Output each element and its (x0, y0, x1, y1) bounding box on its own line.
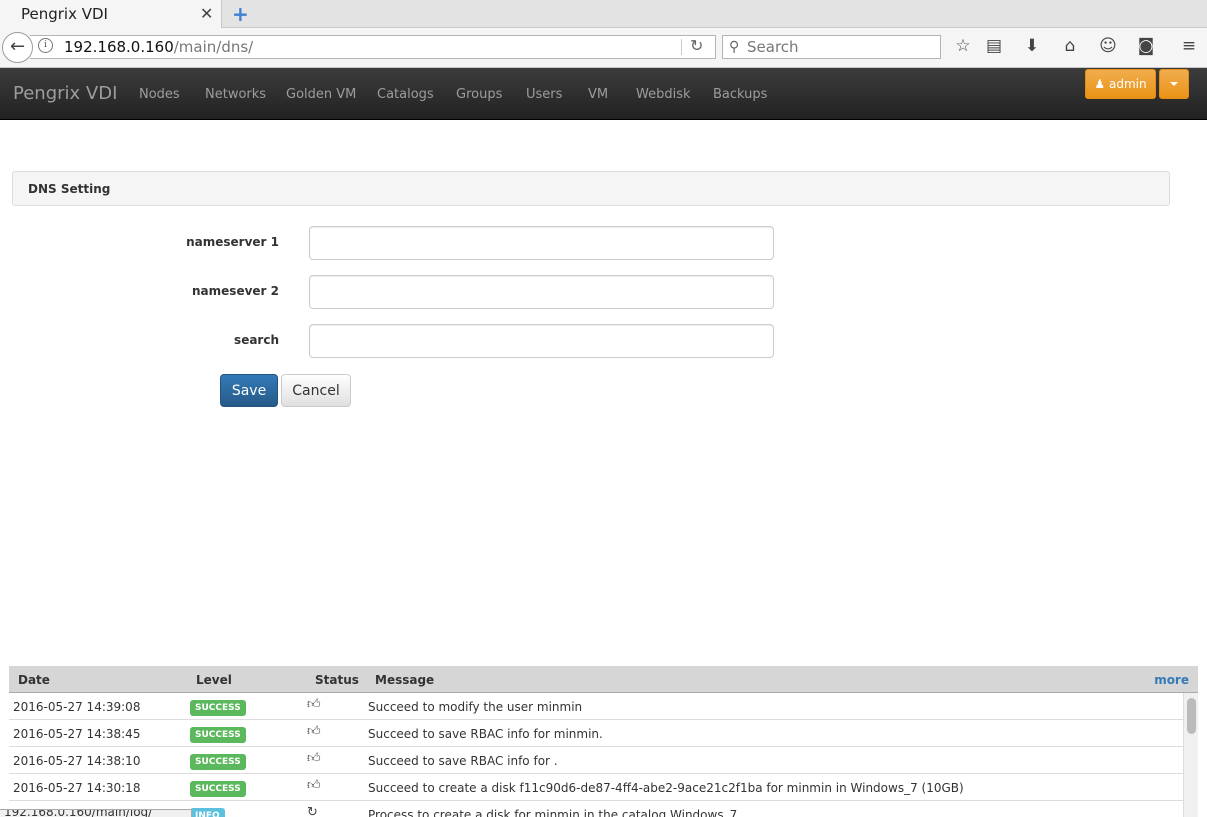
tab-title: Pengrix VDI (21, 5, 108, 23)
search-bar[interactable]: ⚲ (722, 35, 941, 59)
url-path: /main/dns/ (173, 38, 254, 56)
back-button[interactable]: ← (2, 32, 33, 63)
brand-link[interactable]: Pengrix VDI (13, 83, 117, 104)
level-badge: SUCCESS (190, 700, 246, 716)
column-date: Date (18, 673, 50, 687)
log-message: Succeed to create a disk f11c90d6-de87-4… (368, 781, 964, 795)
nameserver2-label: namesever 2 (192, 284, 279, 298)
dns-panel-heading: DNS Setting (12, 171, 1170, 206)
search-domain-label: search (234, 333, 279, 347)
table-row: 2016-05-27 14:38:45 SUCCESS 👍︎ Succeed t… (9, 720, 1183, 747)
log-date: 2016-05-27 14:38:45 (13, 727, 141, 741)
column-message: Message (375, 673, 435, 687)
back-arrow-icon: ← (9, 36, 26, 57)
cancel-button[interactable]: Cancel (281, 374, 351, 407)
level-badge: SUCCESS (190, 781, 246, 797)
url-bar[interactable]: i 192.168.0.160/main/dns/ ↻ (30, 35, 716, 59)
search-input[interactable] (747, 37, 937, 57)
table-row: 2016-05-27 14:38:10 SUCCESS 👍︎ Succeed t… (9, 747, 1183, 774)
url-divider (681, 39, 682, 55)
log-table-header: Date Level Status Message more (9, 666, 1198, 693)
nav-vm[interactable]: VM (588, 87, 608, 102)
thumbs-up-icon: 👍︎ (307, 724, 321, 739)
log-table-body: 2016-05-27 14:39:08 SUCCESS 👍︎ Succeed t… (9, 693, 1183, 817)
nav-catalogs[interactable]: Catalogs (377, 87, 434, 102)
thumbs-up-icon: 👍︎ (307, 751, 321, 766)
reading-list-icon[interactable]: ▤ (983, 36, 1005, 56)
status-url: 192.168.0.160/main/log/ (4, 809, 153, 817)
menu-icon[interactable]: ≡ (1178, 36, 1200, 56)
reload-icon[interactable]: ↻ (690, 36, 703, 55)
pocket-icon[interactable]: ◙ (1135, 36, 1157, 56)
column-status: Status (315, 673, 359, 687)
nameserver1-input[interactable] (309, 226, 774, 260)
link-status-overlay: 192.168.0.160/main/log/ (0, 809, 192, 817)
admin-button[interactable]: ♟ admin (1085, 69, 1156, 99)
level-badge: INFO (190, 808, 225, 817)
nav-webdisk[interactable]: Webdisk (636, 87, 691, 102)
browser-tab-bar: Pengrix VDI ✕ + (0, 0, 1207, 28)
hello-chat-icon[interactable]: ☺ (1097, 36, 1119, 56)
log-date: 2016-05-27 14:30:18 (13, 781, 141, 795)
nameserver2-input[interactable] (309, 275, 774, 309)
refresh-icon: ↻ (307, 805, 318, 817)
download-icon[interactable]: ⬇ (1021, 36, 1043, 56)
admin-label: admin (1108, 77, 1147, 91)
close-tab-icon[interactable]: ✕ (200, 4, 213, 23)
nav-golden-vm[interactable]: Golden VM (286, 87, 356, 102)
table-row: 2016-05-27 14:30:18 SUCCESS 👍︎ Succeed t… (9, 774, 1183, 801)
save-button[interactable]: Save (220, 374, 278, 407)
log-message: Process to create a disk for minmin in t… (368, 808, 738, 817)
log-date: 2016-05-27 14:39:08 (13, 700, 141, 714)
thumbs-up-icon: 👍︎ (307, 778, 321, 793)
search-icon: ⚲ (729, 39, 740, 55)
home-icon[interactable]: ⌂ (1059, 36, 1081, 56)
log-message: Succeed to save RBAC info for . (368, 754, 558, 768)
nameserver1-label: nameserver 1 (186, 235, 279, 249)
url-text[interactable]: 192.168.0.160/main/dns/ (64, 38, 253, 56)
column-level: Level (196, 673, 232, 687)
new-tab-icon[interactable]: + (232, 2, 249, 26)
table-row: 2016-05-27 14:39:08 SUCCESS 👍︎ Succeed t… (9, 693, 1183, 720)
log-message: Succeed to save RBAC info for minmin. (368, 727, 603, 741)
url-host: 192.168.0.160 (64, 38, 174, 56)
admin-dropdown-caret[interactable] (1159, 69, 1189, 99)
info-icon[interactable]: i (38, 38, 53, 53)
log-message: Succeed to modify the user minmin (368, 700, 583, 714)
browser-tab[interactable]: Pengrix VDI ✕ (0, 0, 222, 28)
nav-backups[interactable]: Backups (713, 87, 767, 102)
scroll-thumb[interactable] (1187, 698, 1196, 734)
nav-nodes[interactable]: Nodes (139, 87, 180, 102)
more-link[interactable]: more (1154, 673, 1189, 687)
search-domain-input[interactable] (309, 324, 774, 358)
nav-users[interactable]: Users (526, 87, 562, 102)
panel-title: DNS Setting (28, 182, 111, 196)
user-icon: ♟ (1094, 77, 1106, 91)
nav-networks[interactable]: Networks (205, 87, 266, 102)
log-date: 2016-05-27 14:38:10 (13, 754, 141, 768)
nav-groups[interactable]: Groups (456, 87, 502, 102)
thumbs-up-icon: 👍︎ (307, 697, 321, 712)
browser-toolbar: i 192.168.0.160/main/dns/ ↻ ← ⚲ ☆ ▤ ⬇ ⌂ … (0, 28, 1207, 68)
bookmark-star-icon[interactable]: ☆ (952, 36, 974, 56)
app-navbar: Pengrix VDI Nodes Networks Golden VM Cat… (0, 68, 1207, 120)
level-badge: SUCCESS (190, 754, 246, 770)
level-badge: SUCCESS (190, 727, 246, 743)
log-scrollbar[interactable] (1183, 693, 1198, 817)
